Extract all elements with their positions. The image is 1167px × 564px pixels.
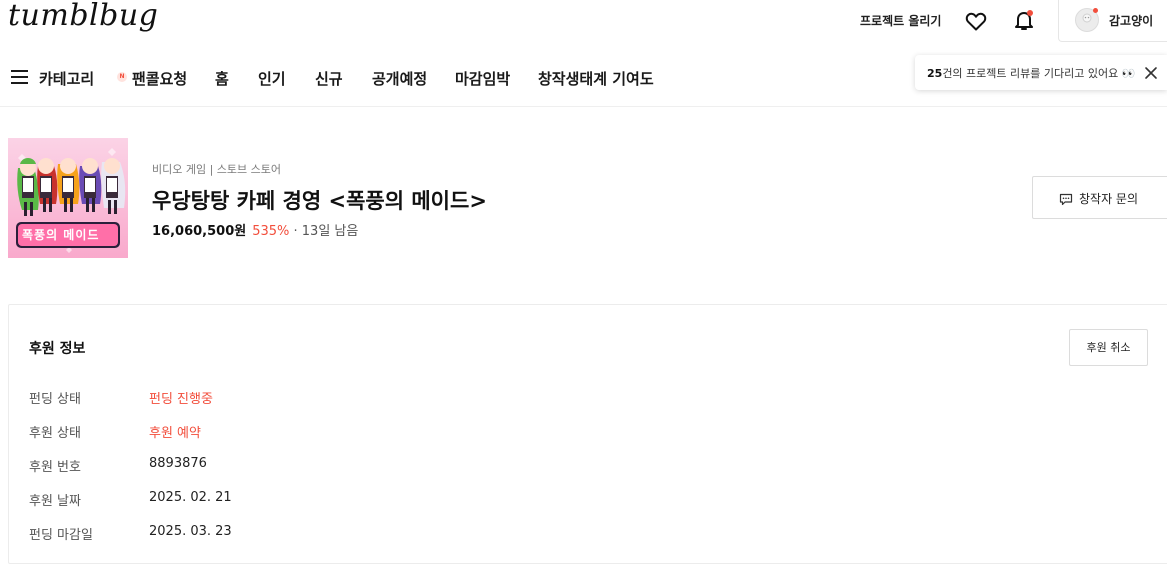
new-badge-icon: N: [117, 72, 127, 82]
funding-amount: 16,060,500원: [152, 224, 247, 239]
review-tooltip: 25건의 프로젝트 리뷰를 기다리고 있어요 👀: [915, 55, 1167, 90]
funding-summary: 16,060,500원 535% · 13일 남음: [152, 220, 358, 239]
close-icon[interactable]: [1144, 65, 1158, 79]
chat-icon: [1059, 191, 1073, 206]
project-category[interactable]: 비디오 게임 | 스토브 스토어: [152, 161, 281, 177]
profile-menu[interactable]: 감고양이: [1058, 0, 1167, 42]
project-title[interactable]: 우당탕탕 카페 경영 <폭풍의 메이드>: [152, 185, 487, 215]
tooltip-text: 25건의 프로젝트 리뷰를 기다리고 있어요 👀: [927, 65, 1135, 81]
tooltip-count: 25: [927, 67, 943, 80]
info-label: 후원 상태: [29, 426, 81, 441]
nav-item-ecosystem[interactable]: 창작생태계 기여도: [538, 68, 654, 89]
upload-project-link[interactable]: 프로젝트 올리기: [860, 12, 941, 29]
nav-item-closing-soon[interactable]: 마감임박: [455, 68, 510, 89]
nav-category[interactable]: 카테고리: [39, 68, 94, 89]
notification-dot: [1027, 10, 1033, 16]
cancel-sponsorship-button[interactable]: 후원 취소: [1069, 329, 1148, 366]
hamburger-menu-icon[interactable]: [11, 70, 29, 84]
nav-item-upcoming[interactable]: 공개예정: [372, 68, 427, 89]
nav-item-home[interactable]: 홈: [215, 68, 229, 89]
top-header: tumblbug 프로젝트 올리기 감고양이: [0, 0, 1167, 45]
info-value: 2025. 02. 21: [149, 490, 232, 505]
info-label: 펀딩 상태: [29, 392, 81, 407]
sponsor-info-title: 후원 정보: [29, 341, 86, 357]
funding-percent: 535%: [252, 224, 290, 239]
profile-name[interactable]: 감고양이: [1109, 12, 1153, 29]
profile-notification-dot: [1093, 8, 1098, 13]
nav-item-new[interactable]: 신규: [315, 68, 343, 89]
info-value: 후원 예약: [149, 426, 201, 441]
info-label: 후원 날짜: [29, 494, 81, 509]
info-value: 8893876: [149, 456, 207, 471]
sponsor-info-card: 후원 정보 후원 취소 펀딩 상태 펀딩 진행중 후원 상태 후원 예약 후원 …: [8, 304, 1167, 564]
project-thumbnail[interactable]: 폭풍의 메이드: [8, 138, 128, 258]
ask-creator-label: 창작자 문의: [1079, 192, 1139, 206]
info-value: 펀딩 진행중: [149, 392, 213, 407]
nav-item-fancall[interactable]: 팬콜요청: [132, 68, 187, 89]
tumblbug-logo[interactable]: tumblbug: [8, 0, 158, 33]
nav-item-popular[interactable]: 인기: [258, 68, 286, 89]
days-remaining: · 13일 남음: [289, 224, 359, 239]
heart-icon[interactable]: [964, 9, 988, 33]
tooltip-message: 건의 프로젝트 리뷰를 기다리고 있어요 👀: [942, 67, 1136, 80]
info-value: 2025. 03. 23: [149, 524, 232, 539]
ask-creator-button[interactable]: 창작자 문의: [1032, 176, 1167, 219]
info-label: 펀딩 마감일: [29, 528, 93, 543]
info-label: 후원 번호: [29, 460, 81, 475]
thumbnail-caption: 폭풍의 메이드: [22, 228, 100, 242]
